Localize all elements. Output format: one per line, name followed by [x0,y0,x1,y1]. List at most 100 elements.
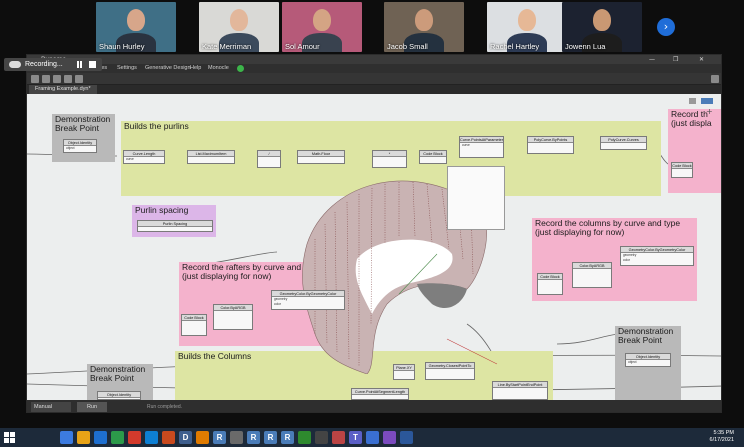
menu-generative-design[interactable]: Generative Design [145,64,191,73]
taskbar-app-icon[interactable] [332,431,345,444]
node-object-identity-2[interactable]: Object.Identity object [625,353,671,367]
node-title: Color.ByARGB [573,263,611,269]
taskbar-app-icon[interactable]: R [281,431,294,444]
taskbar-app-icon[interactable] [196,431,209,444]
node-multiply[interactable]: * [372,150,407,168]
node-geometry-closest-point[interactable]: Geometry.ClosestPointTo [425,362,475,380]
group-title: Builds the Columns [178,351,252,361]
file-tab-bar: Framing Example.dyn* [27,85,721,94]
open-file-icon[interactable] [42,75,50,83]
windows-taskbar: DRRRRT 5:35 PM 6/17/2021 [0,428,744,447]
participant-tile[interactable]: Rachel Hartley [487,2,567,52]
taskbar-app-icon[interactable] [145,431,158,444]
participant-tile[interactable]: Kate Merriman [199,2,279,52]
node-title: * [373,151,406,157]
group-title: Demonstration Break Point [55,114,111,133]
zoom-in-icon[interactable]: + [706,108,713,116]
minimize-button[interactable]: — [649,55,655,64]
node-title: Object.Identity [98,392,140,398]
group-title: Demonstration Break Point [90,364,146,383]
node-curve-point-at-segment[interactable]: Curve.PointAtSegmentLength [351,388,409,400]
undo-icon[interactable] [64,75,72,83]
taskbar-app-icon[interactable]: R [264,431,277,444]
participant-tile[interactable]: Jacob Small [384,2,464,52]
node-title: Code Block [538,274,562,280]
taskbar-app-icon[interactable]: D [179,431,192,444]
participant-tile[interactable]: Shaun Hurley [96,2,176,52]
run-status-text: Run completed. [147,404,183,410]
node-port: color [623,257,630,262]
taskbar-app-icon[interactable] [400,431,413,444]
node-color-by-argb-columns[interactable]: Color.ByARGB [572,262,612,288]
taskbar-app-icon[interactable]: T [349,431,362,444]
windows-start-icon[interactable] [4,432,15,443]
taskbar-app-icon[interactable]: R [213,431,226,444]
node-geometry-color-rafters[interactable]: GeometryColor.ByGeometryColor geometry c… [271,290,345,310]
graph-view-icon[interactable] [701,98,713,104]
node-math-floor[interactable]: Math.Floor [297,150,345,164]
node-object-identity[interactable]: Object.Identity object [63,139,97,153]
preview-bubble[interactable] [447,166,505,230]
node-polycurve-by-points[interactable]: PolyCurve.ByPoints [527,136,574,154]
graph-canvas[interactable]: Demonstration Break Point Builds the pur… [27,94,721,400]
node-title: Color.ByARGB [214,305,252,311]
node-port: curve [126,157,134,161]
taskbar-app-icon[interactable] [230,431,243,444]
node-divide[interactable]: / [257,150,281,168]
taskbar-app-icon[interactable] [366,431,379,444]
node-port: object [628,360,637,364]
node-color-by-argb-rafters[interactable]: Color.ByARGB [213,304,253,330]
node-code-block-columns[interactable]: Code Block [537,273,563,295]
taskbar-app-icon[interactable] [77,431,90,444]
recording-label: Recording... [25,61,63,68]
system-clock[interactable]: 5:35 PM 6/17/2021 [710,430,734,444]
node-plane-xy[interactable]: Plane.XY [393,364,415,380]
node-line-by-points[interactable]: Line.ByStartPointEndPoint [492,381,548,400]
group-break-point-1[interactable]: Demonstration Break Point [52,114,115,162]
menu-monocle[interactable]: Monocle [208,64,229,73]
node-object-identity-3[interactable]: Object.Identity [97,391,141,400]
run-button[interactable]: Run [77,402,107,412]
node-code-block[interactable]: Code Block [419,150,447,164]
clock-time: 5:35 PM [713,430,734,436]
geometry-view-icon[interactable] [689,98,696,104]
pause-recording-icon[interactable] [76,61,83,68]
menu-settings[interactable]: Settings [117,64,137,73]
node-code-block-rafters[interactable]: Code Block [181,314,207,336]
save-icon[interactable] [53,75,61,83]
taskbar-app-icon[interactable] [315,431,328,444]
node-curve-length[interactable]: Curve.Length curve [123,150,165,164]
stop-recording-icon[interactable] [89,61,96,68]
node-curve-points-at-parameter[interactable]: Curve.PointsAtParameter curve [459,136,504,158]
cloud-icon [9,61,21,68]
redo-icon[interactable] [75,75,83,83]
node-code-block-right[interactable]: Code Block [671,162,693,178]
participant-tile[interactable]: Jowenn Lua [562,2,642,52]
screenshot-icon[interactable] [711,75,719,83]
next-participants-arrow-icon[interactable]: › [657,18,675,36]
file-tab[interactable]: Framing Example.dyn* [29,85,97,94]
new-file-icon[interactable] [31,75,39,83]
maximize-button[interactable]: ❐ [673,55,678,64]
node-port: curve [462,143,470,147]
taskbar-app-icon[interactable] [111,431,124,444]
node-title: Code Block [420,151,446,157]
close-button[interactable]: ✕ [699,55,704,64]
node-list-maximum[interactable]: List.MaximumItem [187,150,235,164]
taskbar-app-icon[interactable] [162,431,175,444]
person-head [518,9,536,31]
taskbar-app-icon[interactable] [383,431,396,444]
node-polycurve-curves[interactable]: PolyCurve.Curves [600,136,647,150]
taskbar-app-icon[interactable] [94,431,107,444]
run-mode-select[interactable]: Manual [31,402,71,412]
node-purlin-spacing-slider[interactable]: Purlin Spacing [137,220,213,232]
taskbar-app-icon[interactable]: R [247,431,260,444]
participant-tile[interactable]: Sol Amour [282,2,362,52]
taskbar-app-icon[interactable] [60,431,73,444]
menu-help[interactable]: Help [190,64,201,73]
meeting-participants-strip: Shaun Hurley Kate Merriman Sol Amour Jacob … [0,0,744,54]
node-geometry-color-columns[interactable]: GeometryColor.ByGeometryColor geometry c… [620,246,694,266]
taskbar-app-icon[interactable] [128,431,141,444]
group-title: Purlin spacing [135,205,189,215]
taskbar-app-icon[interactable] [298,431,311,444]
